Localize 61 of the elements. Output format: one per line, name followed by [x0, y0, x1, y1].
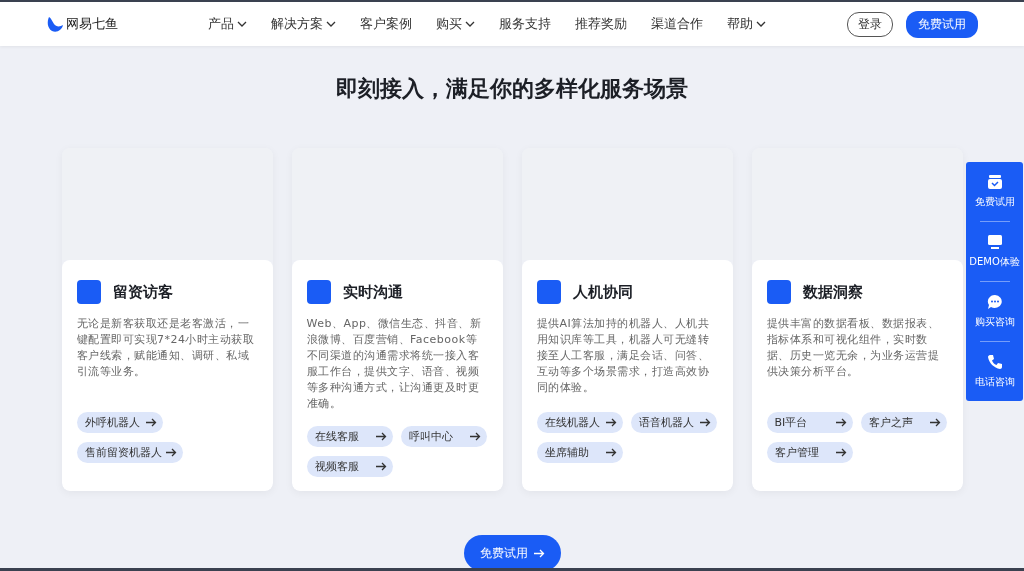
caret-icon [465, 21, 475, 27]
box-check-icon [986, 174, 1003, 190]
nav-link[interactable]: 渠道合作 [639, 15, 715, 33]
nav-link[interactable]: 解决方案 [259, 15, 348, 33]
card-title: 数据洞察 [802, 282, 863, 302]
product-link[interactable]: 客户之声 [860, 412, 947, 433]
square-icon [536, 280, 561, 304]
card-description: 提供AI算法加持的机器人、人机共用知识库等工具，机器人可无缝转接至人工客服，满足会话、问答、互动等多个场景需求，打造高效协同的体验。 [536, 316, 711, 396]
nav-link[interactable]: 服务支持 [487, 15, 563, 33]
nav-link[interactable]: 客户案例 [348, 15, 424, 33]
card-description: Web、App、微信生态、抖音、新浪微博、百度营销、Facebook等不同渠道的沟通需求将统一接入客服工作台，提供文字、语音、视频等多种沟通方式，让沟通更及时更准确。 [306, 316, 483, 412]
product-link[interactable]: 坐席辅助 [536, 442, 623, 463]
product-link[interactable]: 在线客服 [306, 426, 393, 447]
arrow-icon [835, 448, 847, 457]
section-title: 即刻接入，满足你的多样化服务场景 [336, 75, 688, 103]
card-title: 留资访客 [112, 282, 173, 302]
sidebar-link[interactable]: 购买咨询 [974, 290, 1015, 333]
free-trial-button[interactable]: 免费试用 [906, 10, 978, 38]
arrow-icon [605, 418, 617, 427]
product-link[interactable]: 外呼机器人 [76, 412, 163, 433]
brand-name: 网易七鱼 [66, 15, 118, 33]
sidebar-link[interactable]: 免费试用 [974, 170, 1015, 213]
card-description: 提供丰富的数据看板、数据报表、指标体系和可视化组件，实时数据、历史一览无余，为业务运营提供决策分析平台。 [766, 316, 940, 380]
nav-link[interactable]: 购买 [424, 15, 487, 33]
nav-link[interactable]: 帮助 [715, 15, 778, 33]
product-link[interactable]: 售前留资机器人 [76, 442, 183, 463]
card-title: 实时沟通 [342, 282, 403, 302]
arrow-icon [835, 418, 847, 427]
arrow-icon [533, 548, 545, 558]
sidebar-link[interactable]: 电话咨询 [974, 350, 1015, 393]
fish-logo-icon [46, 15, 64, 33]
monitor-icon [986, 234, 1003, 250]
arrow-icon [469, 432, 481, 441]
free-trial-button[interactable]: 免费试用 [463, 535, 561, 568]
login-button[interactable]: 登录 [847, 11, 893, 37]
nav-link[interactable]: 产品 [196, 15, 259, 33]
product-link[interactable]: 呼叫中心 [400, 426, 487, 447]
arrow-icon [375, 432, 387, 441]
square-icon [306, 280, 331, 304]
card-title: 人机协同 [572, 282, 633, 302]
square-icon [766, 280, 791, 304]
caret-icon [237, 21, 247, 27]
arrow-icon [929, 418, 941, 427]
phone-icon [986, 354, 1003, 370]
caret-icon [756, 21, 766, 27]
product-link[interactable]: 视频客服 [306, 456, 393, 477]
caret-icon [326, 21, 336, 27]
product-link[interactable]: 语音机器人 [630, 412, 717, 433]
arrow-icon [375, 462, 387, 471]
chat-icon [986, 294, 1003, 310]
arrow-icon [165, 448, 177, 457]
nav-link[interactable]: 推荐奖励 [563, 15, 639, 33]
arrow-icon [699, 418, 711, 427]
product-link[interactable]: 客户管理 [766, 442, 853, 463]
sidebar-link[interactable]: DEMO体验 [969, 230, 1020, 273]
product-link[interactable]: 在线机器人 [536, 412, 623, 433]
card-description: 无论是新客获取还是老客激活，一键配置即可实现7*24小时主动获取客户线索，赋能通知、调研、私域引流等业务。 [76, 316, 256, 380]
arrow-icon [605, 448, 617, 457]
arrow-icon [145, 418, 157, 427]
square-icon [76, 280, 101, 304]
product-link[interactable]: BI平台 [766, 412, 853, 433]
